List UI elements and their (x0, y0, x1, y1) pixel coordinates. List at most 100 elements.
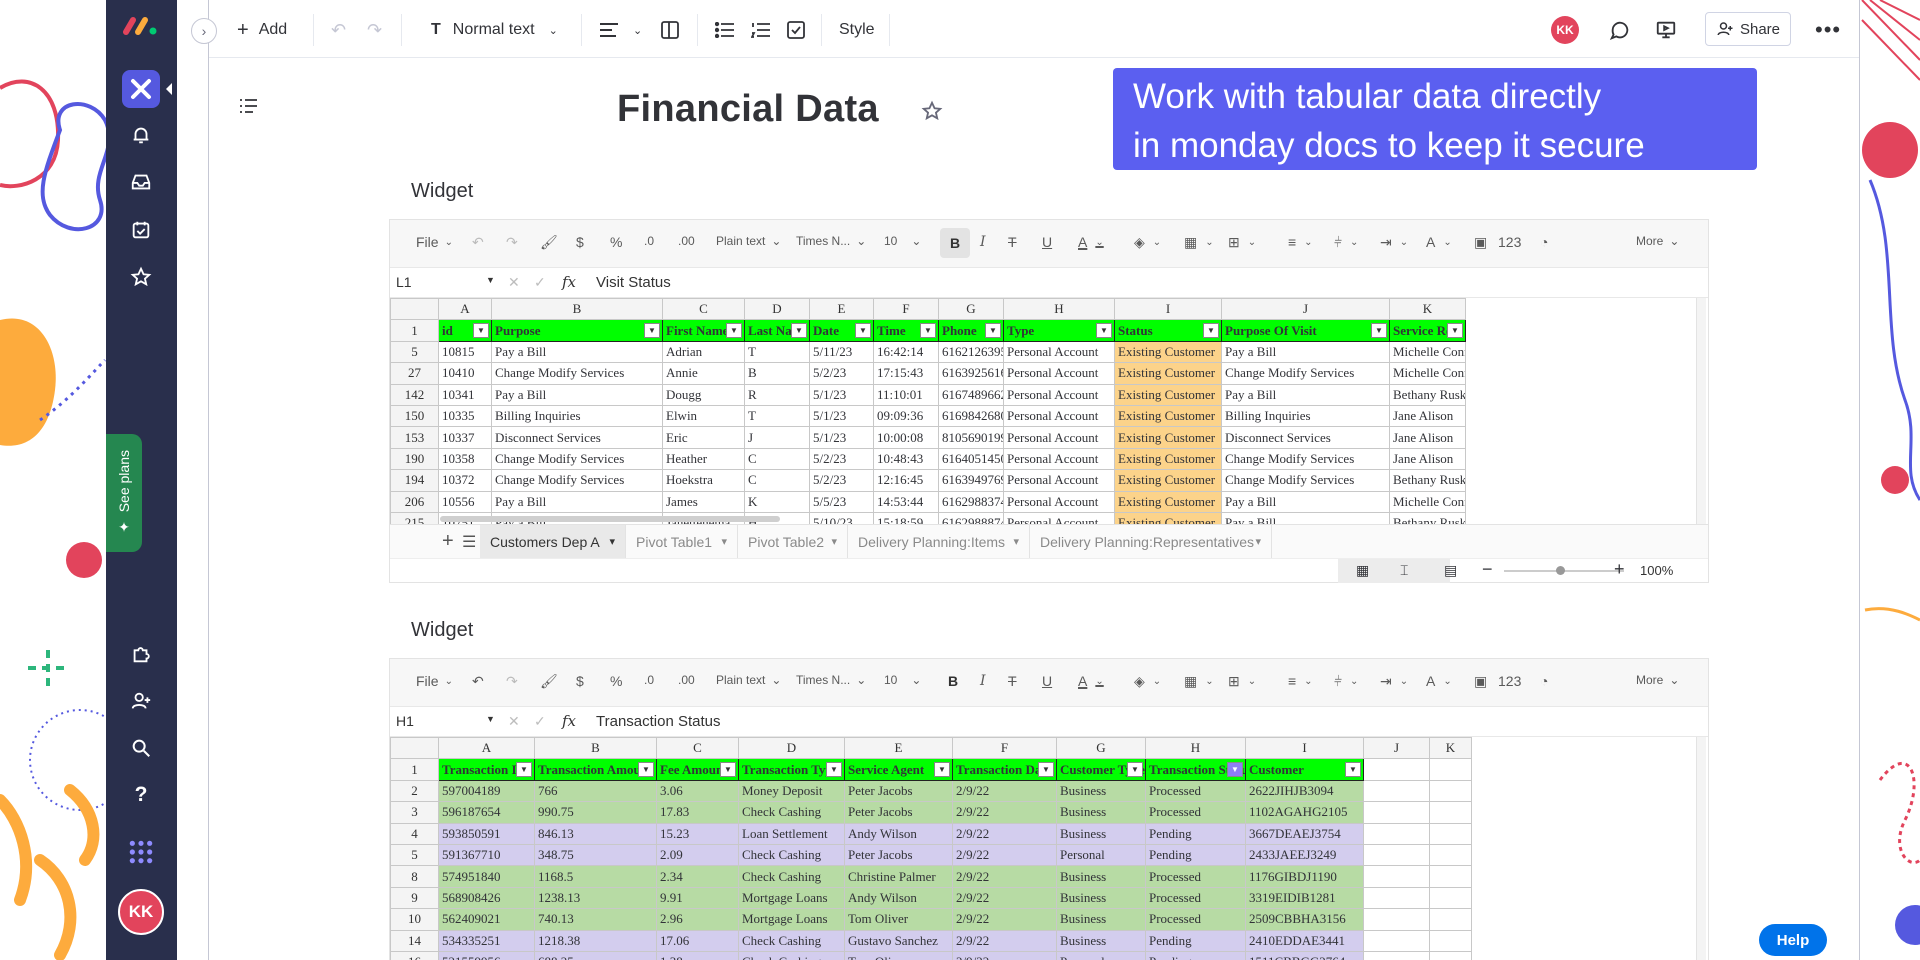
filter-dropdown-icon[interactable]: ▼ (934, 762, 950, 778)
data-cell[interactable]: Heather (662, 447, 745, 471)
data-cell[interactable]: Gustavo Sanchez (844, 929, 953, 952)
data-cell[interactable]: Check Cashing (738, 843, 845, 867)
cell-reference-caret-icon[interactable]: ▼ (486, 275, 495, 285)
data-cell[interactable]: 348.75 (534, 843, 657, 867)
text-rotation-icon[interactable]: A ⌄ (1426, 234, 1452, 250)
data-cell[interactable]: 2/9/22 (952, 801, 1057, 824)
notifications-bell-icon[interactable] (128, 122, 154, 148)
data-cell[interactable]: 1176GIBDJ1190 (1245, 865, 1364, 888)
row-number[interactable]: 153 (390, 426, 439, 449)
bold-button[interactable]: B (948, 673, 958, 689)
data-cell[interactable]: 09:09:36 (873, 404, 939, 428)
filter-dropdown-icon[interactable]: ▼ (1371, 323, 1387, 339)
row-number[interactable]: 8 (390, 865, 439, 888)
data-cell[interactable]: R (744, 383, 810, 406)
percent-button[interactable]: % (610, 234, 622, 250)
data-cell[interactable]: Jane Alison (1389, 426, 1466, 449)
data-cell[interactable]: 12:16:45 (873, 469, 939, 492)
data-cell[interactable]: 1511CBBGG2764 (1245, 950, 1364, 960)
row-number[interactable]: 14 (390, 929, 439, 952)
data-cell[interactable]: Elwin (662, 404, 745, 428)
sheet-tab[interactable]: Delivery Planning:Items ▾ (848, 525, 1030, 558)
data-table[interactable]: A B C D E F G H I J K 1 id ▼ Purpose ▼ First Name ▼ Last N… (390, 298, 1466, 524)
data-cell[interactable]: 1102AGAHG2105 (1245, 801, 1364, 824)
data-cell[interactable] (1363, 886, 1430, 910)
tab-chevron-down-icon[interactable]: ▾ (1255, 535, 1261, 548)
header-cell[interactable]: Transaction ID ▼ (438, 758, 535, 781)
data-cell[interactable]: 5/5/23 (809, 490, 874, 513)
currency-button[interactable]: $ (576, 234, 584, 250)
header-cell[interactable]: Status ▼ (1114, 319, 1222, 342)
data-cell[interactable]: 6162126395 (938, 340, 1004, 364)
row-number[interactable]: 4 (390, 822, 439, 845)
filter-dropdown-icon[interactable]: ▼ (985, 323, 1001, 339)
data-cell[interactable]: 688.25 (534, 950, 657, 960)
data-cell[interactable]: Billing Inquiries (1221, 404, 1390, 428)
sheet-tab[interactable]: Customers Dep A ▾ (480, 525, 626, 558)
data-cell[interactable]: 2410EDDAE3441 (1245, 929, 1364, 952)
data-cell[interactable] (1429, 779, 1472, 803)
data-cell[interactable] (1429, 886, 1472, 910)
column-header[interactable]: K (1389, 298, 1466, 321)
sheet-grid[interactable]: A B C D E F G H I J K 1 id ▼ Purpose ▼ First Name ▼ Last N… (390, 298, 1708, 524)
cancel-x-icon[interactable]: ✕ (508, 274, 520, 291)
data-cell[interactable]: Andy Wilson (844, 822, 953, 845)
normal-view-icon[interactable]: ▦ (1356, 562, 1369, 579)
data-cell[interactable]: Michelle Conno (1389, 340, 1466, 364)
data-cell[interactable]: 6163925616 (938, 362, 1004, 385)
table-row[interactable]: 190 10358 Change Modify Services Heather C 5/… (390, 447, 1466, 471)
column-header[interactable]: B (491, 298, 663, 321)
vertical-align-icon[interactable]: ⫩ ⌄ (1334, 234, 1358, 251)
data-cell[interactable]: 2.34 (656, 865, 739, 888)
table-row[interactable]: 153 10337 Disconnect Services Eric J 5/1/23 10… (390, 426, 1466, 449)
data-cell[interactable]: 10556 (438, 490, 492, 513)
data-cell[interactable]: 2/9/22 (952, 865, 1057, 888)
data-cell[interactable]: 5/1/23 (809, 383, 874, 406)
cell-reference-caret-icon[interactable]: ▼ (486, 714, 495, 724)
data-cell[interactable]: 1168.5 (534, 865, 657, 888)
data-cell[interactable]: Change Modify Services (1221, 447, 1390, 471)
data-cell[interactable]: Mortgage Loans (738, 908, 845, 931)
filter-dropdown-icon[interactable]: ▼ (920, 323, 936, 339)
decrease-decimal-icon[interactable]: .0 (644, 234, 654, 248)
filter-dropdown-icon[interactable]: ▼ (1096, 323, 1112, 339)
add-button[interactable]: + Add (237, 17, 287, 43)
row-number[interactable]: 215 (390, 511, 439, 524)
data-cell[interactable]: 5/2/23 (809, 447, 874, 471)
data-cell[interactable]: 2.96 (656, 908, 739, 931)
data-cell[interactable]: Existing Customer (1114, 469, 1222, 492)
data-cell[interactable]: 10372 (438, 469, 492, 492)
search-icon[interactable] (128, 735, 154, 761)
columns-layout-icon[interactable] (661, 17, 679, 43)
fill-color-icon[interactable]: ◈ ⌄ (1134, 234, 1161, 251)
filter-dropdown-icon[interactable]: ▼ (473, 323, 489, 339)
apps-grid-icon[interactable] (128, 839, 154, 865)
increase-decimal-icon[interactable]: .00 (678, 234, 695, 248)
column-header[interactable]: H (1145, 737, 1246, 760)
table-row[interactable]: 27 10410 Change Modify Services Annie B 5/2/2… (390, 362, 1466, 385)
expand-sidebar-chevron-icon[interactable]: › (191, 18, 217, 44)
row-number[interactable]: 142 (390, 383, 439, 406)
table-row[interactable]: 5 10815 Pay a Bill Adrian T 5/11/23 16:42:14 61… (390, 340, 1466, 364)
data-cell[interactable]: 10:00:08 (873, 426, 939, 449)
filter-dropdown-icon[interactable]: ▼ (1227, 762, 1243, 778)
data-cell[interactable]: Pending (1145, 950, 1246, 960)
data-cell[interactable]: 2/9/22 (952, 886, 1057, 910)
table-row[interactable]: 5 591367710 348.75 2.09 Check Cashing Peter J… (390, 843, 1472, 867)
data-cell[interactable] (1363, 822, 1430, 845)
table-row[interactable]: 10 562409021 740.13 2.96 Mortgage Loans Tom O… (390, 908, 1472, 931)
data-cell[interactable]: Existing Customer (1114, 490, 1222, 513)
column-header[interactable]: C (656, 737, 739, 760)
data-cell[interactable]: Bethany Ruskin (1389, 383, 1466, 406)
data-cell[interactable]: Mortgage Loans (738, 886, 845, 910)
data-cell[interactable]: Pending (1145, 843, 1246, 867)
data-table[interactable]: A B C D E F G H I J K 1 Transaction ID ▼ Transaction A… (390, 737, 1472, 960)
data-cell[interactable]: Personal Account (1003, 383, 1115, 406)
data-cell[interactable]: Michelle Conno (1389, 490, 1466, 513)
italic-button[interactable]: I (980, 234, 986, 250)
insert-image-icon[interactable]: ▣ (1474, 673, 1487, 690)
share-button[interactable]: Share (1705, 12, 1791, 46)
column-header[interactable]: F (952, 737, 1057, 760)
header-cell[interactable]: Service Agent ▼ (844, 758, 953, 781)
insert-image-icon[interactable]: ▣ (1474, 234, 1487, 251)
